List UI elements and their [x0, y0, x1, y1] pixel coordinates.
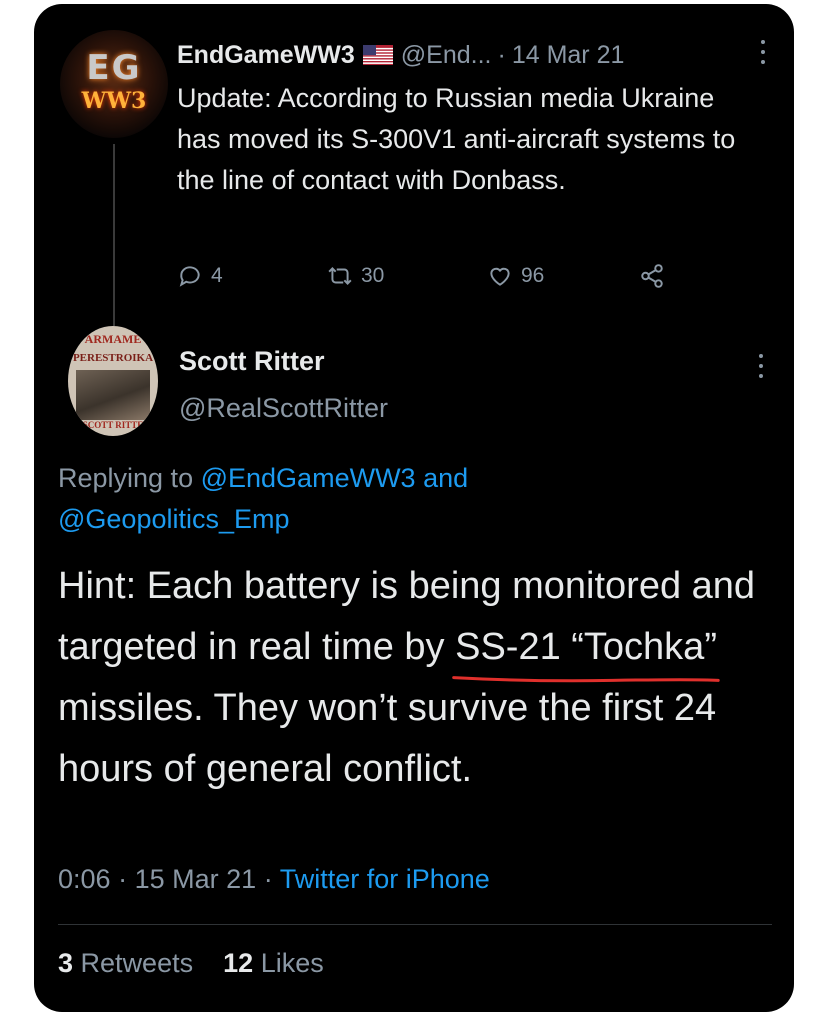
reply-avatar[interactable]: ARMAME PERESTROIKA SCOTT RITTE — [68, 326, 158, 436]
book-cover-image — [76, 370, 150, 420]
header-separator: · — [497, 40, 506, 69]
reply-icon — [179, 266, 200, 287]
parent-date[interactable]: 14 Mar 21 — [512, 41, 625, 70]
more-icon[interactable] — [758, 354, 764, 380]
like-button[interactable]: 96 — [487, 258, 544, 294]
more-icon[interactable] — [760, 40, 766, 64]
engagement-stats: 3 Retweets 12 Likes — [58, 948, 324, 979]
likes-stat[interactable]: 12 Likes — [223, 948, 324, 978]
retweet-button[interactable]: 30 — [327, 258, 384, 294]
underlined-phrase: SS-21 “Tochka” — [455, 617, 717, 678]
retweet-icon — [328, 267, 352, 285]
share-button[interactable] — [639, 258, 673, 294]
reply-handle[interactable]: @RealScottRitter — [179, 393, 388, 424]
avatar-logo-top: EG — [86, 48, 142, 88]
book-cover-top-text: ARMAME — [84, 332, 142, 346]
book-cover-author: SCOTT RITTE — [82, 420, 144, 430]
like-total: 12 — [223, 948, 254, 978]
likes-label: Likes — [260, 948, 324, 978]
parent-tweet-text: Update: According to Russian media Ukrai… — [177, 83, 736, 195]
tweet-time[interactable]: 0:06 — [58, 864, 111, 894]
book-cover-title: PERESTROIKA — [72, 352, 154, 364]
parent-handle[interactable]: @End... — [401, 41, 492, 70]
avatar-logo-bottom: WW3 — [81, 88, 147, 114]
tweet-text-part-2: missiles. They won’t survive the first 2… — [58, 687, 717, 790]
red-underline-annotation — [451, 672, 721, 686]
retweets-stat[interactable]: 3 Retweets — [58, 948, 193, 978]
meta-separator-1: · — [118, 864, 128, 894]
retweets-label: Retweets — [80, 948, 194, 978]
parent-display-name[interactable]: EndGameWW3 — [177, 41, 355, 70]
meta-separator-2: · — [263, 864, 273, 894]
reply-tweet-text: Hint: Each battery is being monitored an… — [58, 556, 778, 800]
reply-button[interactable]: 4 — [177, 258, 223, 294]
like-count: 96 — [521, 264, 545, 287]
replying-to: Replying to @EndGameWW3 and @Geopolitics… — [58, 458, 698, 540]
parent-header: EndGameWW3 @End... · 14 Mar 21 — [177, 38, 794, 72]
retweet-count: 30 — [361, 264, 385, 287]
reply-count: 4 — [211, 264, 223, 287]
replying-and[interactable]: and — [423, 463, 468, 493]
mention-link-1[interactable]: @EndGameWW3 — [201, 463, 416, 493]
retweet-total: 3 — [58, 948, 74, 978]
parent-action-bar: 4 30 96 — [177, 258, 677, 294]
thread-line — [113, 144, 115, 326]
heart-icon — [490, 267, 510, 286]
reply-display-name[interactable]: Scott Ritter — [179, 346, 325, 377]
parent-avatar[interactable]: EG WW3 — [60, 30, 168, 138]
divider — [58, 924, 772, 925]
tweet-meta: 0:06 · 15 Mar 21 · Twitter for iPhone — [58, 864, 490, 895]
tweet-source-link[interactable]: Twitter for iPhone — [280, 864, 490, 894]
replying-prefix: Replying to — [58, 463, 194, 493]
underlined-text: SS-21 “Tochka” — [455, 626, 717, 668]
mention-link-2[interactable]: @Geopolitics_Emp — [58, 504, 290, 534]
tweet-card: EG WW3 EndGameWW3 @End... · 14 Mar 21 Up… — [34, 4, 794, 1012]
tweet-date[interactable]: 15 Mar 21 — [135, 864, 257, 894]
share-icon — [641, 264, 663, 288]
us-flag-icon — [362, 45, 393, 65]
